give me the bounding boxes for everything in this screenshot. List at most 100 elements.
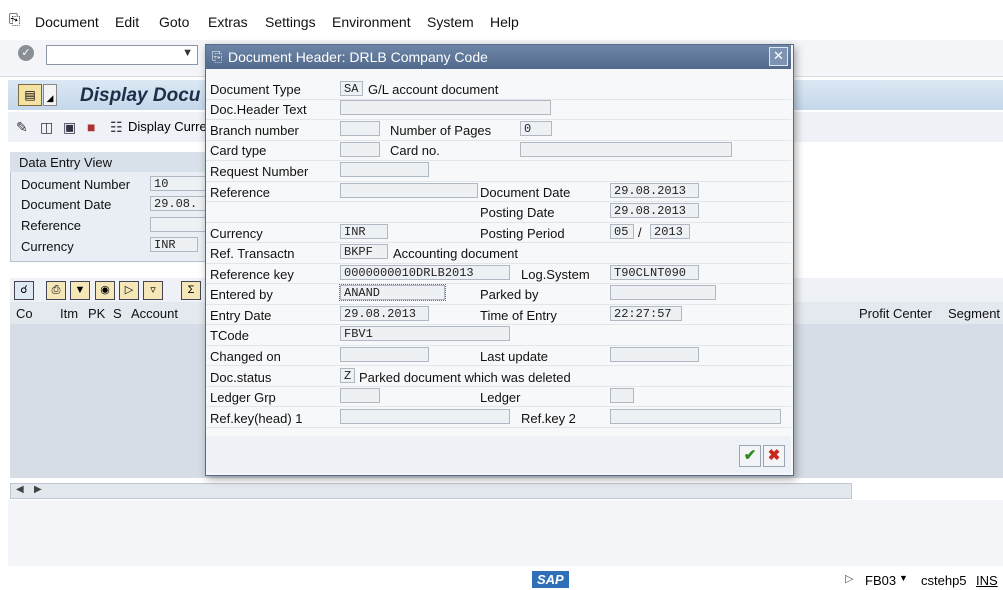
- last-update-field: [610, 347, 699, 362]
- ledger-grp-field: [340, 388, 380, 403]
- print-icon[interactable]: ⎙: [46, 281, 66, 300]
- status-dropdown-icon[interactable]: ▼: [899, 573, 908, 583]
- find-next-icon[interactable]: ▷: [119, 281, 139, 300]
- menu-extras[interactable]: Extras: [208, 14, 248, 30]
- find-icon[interactable]: ◉: [95, 281, 115, 300]
- doc-header-text-field: [340, 100, 551, 115]
- data-entry-view-title: Data Entry View: [19, 155, 112, 170]
- enter-check-icon[interactable]: ✓: [18, 45, 34, 61]
- parked-by-field: [610, 285, 716, 300]
- ref-key2-label: Ref.key 2: [521, 411, 576, 426]
- col-itm[interactable]: Itm: [60, 306, 78, 321]
- request-number-label: Request Number: [210, 164, 309, 179]
- col-co[interactable]: Co: [16, 306, 33, 321]
- status-expand-icon[interactable]: ▷: [845, 572, 853, 585]
- branch-number-field: [340, 121, 380, 136]
- card-no-label: Card no.: [390, 143, 440, 158]
- log-system-field: T90CLNT090: [610, 265, 699, 280]
- entry-date-label: Entry Date: [210, 308, 272, 323]
- menu-environment[interactable]: Environment: [332, 14, 411, 30]
- chevron-down-icon[interactable]: ▼: [182, 47, 193, 59]
- menu-help[interactable]: Help: [490, 14, 519, 30]
- sort-icon[interactable]: ▼: [70, 281, 90, 300]
- cancel-icon[interactable]: ✖: [763, 445, 785, 467]
- doc-status-field: Z: [340, 368, 355, 383]
- currency-label: Currency: [210, 226, 263, 241]
- currency-field: INR: [340, 224, 388, 239]
- dialog-footer: [206, 436, 791, 473]
- doc-status-label: Doc.status: [210, 370, 272, 385]
- last-update-label: Last update: [480, 349, 548, 364]
- document-date-label: Document Date: [480, 185, 571, 200]
- currency-label: Currency: [21, 239, 74, 254]
- document-number-label: Document Number: [21, 177, 131, 192]
- doc-status-description: Parked document which was deleted: [359, 370, 571, 385]
- entry-date-field: 29.08.2013: [340, 306, 429, 321]
- col-pk[interactable]: PK: [88, 306, 105, 321]
- details-icon[interactable]: ☌: [14, 281, 34, 300]
- col-s[interactable]: S: [113, 306, 122, 321]
- request-number-field: [340, 162, 429, 177]
- menu-edit[interactable]: Edit: [115, 14, 139, 30]
- posting-period-separator: /: [638, 225, 642, 240]
- other-document-icon[interactable]: ◫: [40, 119, 53, 136]
- command-field[interactable]: ▼: [46, 45, 198, 65]
- posting-period-label: Posting Period: [480, 226, 565, 241]
- screen-variant-dropdown-icon[interactable]: ◢: [43, 84, 57, 106]
- close-icon[interactable]: ✕: [769, 47, 788, 66]
- number-of-pages-label: Number of Pages: [390, 123, 492, 138]
- reference-field: [150, 217, 206, 232]
- menu-goto[interactable]: Goto: [159, 14, 189, 30]
- status-mode[interactable]: INS: [976, 573, 998, 588]
- display-currency-button[interactable]: Display Curre: [128, 119, 207, 134]
- scroll-left-icon[interactable]: ◀: [16, 484, 24, 495]
- doc-header-text-label: Doc.Header Text: [210, 102, 307, 117]
- ref-transactn-field: BKPF: [340, 244, 388, 259]
- scroll-right-icon[interactable]: ▶: [34, 484, 42, 495]
- col-profit-center[interactable]: Profit Center: [859, 306, 932, 321]
- posting-date-label: Posting Date: [480, 205, 555, 220]
- menu-document[interactable]: Document: [35, 14, 99, 30]
- horizontal-scrollbar[interactable]: [10, 483, 852, 499]
- card-no-field: [520, 142, 732, 157]
- menu-settings[interactable]: Settings: [265, 14, 316, 30]
- reference-label: Reference: [21, 218, 81, 233]
- document-type-label: Document Type: [210, 82, 301, 97]
- system-menu-icon[interactable]: ⎘: [9, 11, 20, 28]
- changed-on-field: [340, 347, 429, 362]
- entered-by-label: Entered by: [210, 287, 273, 302]
- number-of-pages-field: 0: [520, 121, 552, 136]
- menu-bar: ⎘ Document Edit Goto Extras Settings Env…: [0, 0, 1003, 41]
- header-icon[interactable]: ■: [87, 119, 95, 135]
- document-type-description: G/L account document: [368, 82, 499, 97]
- ref-transactn-label: Ref. Transactn: [210, 246, 295, 261]
- filter-icon[interactable]: ▿: [143, 281, 163, 300]
- posting-date-field: 29.08.2013: [610, 203, 699, 218]
- overview-icon[interactable]: ▣: [63, 119, 76, 136]
- time-of-entry-label: Time of Entry: [480, 308, 557, 323]
- ref-key-head1-label: Ref.key(head) 1: [210, 411, 303, 426]
- checkmark-icon[interactable]: ✔: [739, 445, 761, 467]
- changed-on-label: Changed on: [210, 349, 281, 364]
- entered-by-field: ANAND: [339, 284, 446, 301]
- posting-period-month-field: 05: [610, 224, 634, 239]
- document-date-label: Document Date: [21, 197, 112, 212]
- edit-icon[interactable]: ✎: [16, 119, 28, 136]
- card-type-label: Card type: [210, 143, 267, 158]
- ref-key2-field: [610, 409, 781, 424]
- reference-label: Reference: [210, 185, 270, 200]
- parked-by-label: Parked by: [480, 287, 539, 302]
- reference-key-field: 0000000010DRLB2013: [340, 265, 510, 280]
- document-number-field: 10: [150, 176, 206, 191]
- tcode-field: FBV1: [340, 326, 510, 341]
- col-account[interactable]: Account: [131, 306, 178, 321]
- col-segment[interactable]: Segment: [948, 306, 1000, 321]
- tcode-label: TCode: [210, 328, 250, 343]
- sum-icon[interactable]: Σ: [181, 281, 201, 300]
- display-currency-icon[interactable]: ☷: [110, 119, 123, 136]
- posting-period-year-field: 2013: [650, 224, 690, 239]
- menu-system[interactable]: System: [427, 14, 474, 30]
- screen-variant-icon[interactable]: ▤: [18, 84, 42, 106]
- reference-field: [340, 183, 478, 198]
- ledger-field: [610, 388, 634, 403]
